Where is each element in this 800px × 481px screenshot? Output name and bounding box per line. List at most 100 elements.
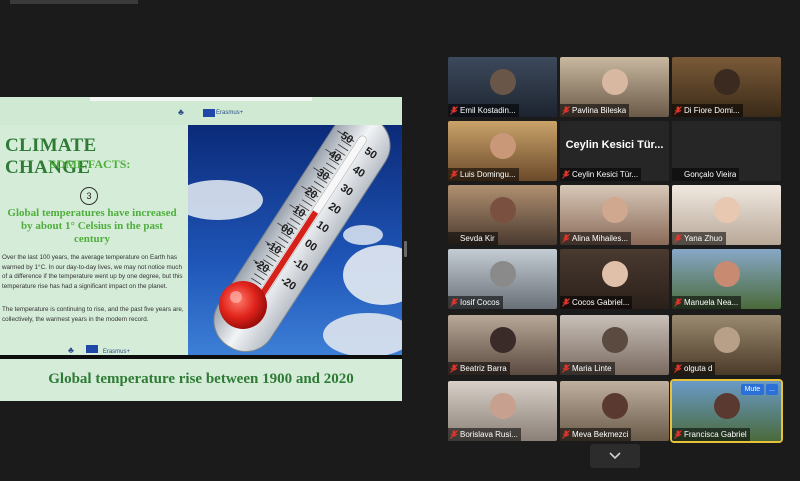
mic-muted-icon [448, 428, 460, 441]
participant-face [602, 261, 628, 287]
chevron-down-icon [609, 452, 621, 460]
participant-name-label: Alina Mihailes... [560, 232, 632, 245]
participant-name: Francisca Gabriel [684, 430, 747, 439]
participant-tile[interactable]: Sevda Kir [448, 185, 557, 245]
participant-name-label: Francisca Gabriel [672, 428, 750, 441]
mic-muted-icon [672, 232, 684, 245]
fact-number: 3 [80, 187, 98, 205]
erasmus-label: Erasmus+ [216, 110, 244, 116]
participant-tile[interactable]: Iosif Cocos [448, 249, 557, 309]
participant-display-name: Ceylin Kesici Tür... [565, 138, 664, 151]
thermometer-icon: 505040403030202010100000-10-10-20-20 [188, 125, 402, 355]
participant-name: Sevda Kir [460, 234, 495, 243]
participant-name: Alina Mihailes... [572, 234, 629, 243]
participant-name-label: olguta d [672, 362, 716, 375]
participant-name: Cocos Gabriel... [572, 298, 630, 307]
participant-face [602, 327, 628, 353]
split-view-handle[interactable] [404, 241, 407, 257]
participant-name-label: Manuela Nea... [672, 296, 742, 309]
mic-muted-icon [560, 104, 572, 117]
participant-name: Di Fiore Domi... [684, 106, 740, 115]
participant-name: Ceylin Kesici Tür... [572, 170, 639, 179]
participant-tile[interactable]: Beatriz Barra [448, 315, 557, 375]
participant-face [714, 69, 740, 95]
participant-face [602, 69, 628, 95]
participant-name: Meva Bekmezci [572, 430, 629, 439]
mic-muted-icon [672, 104, 684, 117]
participant-name: Borislava Rusi... [460, 430, 518, 439]
participant-tile[interactable]: Emil Kostadin... [448, 57, 557, 117]
slide-page-2: Global temperature rise between 1900 and… [0, 359, 402, 401]
shared-screen: ♣ Erasmus+ CLIMATE CHANGE SOME FACTS: 3 … [0, 97, 402, 401]
participant-face [714, 197, 740, 223]
participant-tile[interactable]: Cocos Gabriel... [560, 249, 669, 309]
participant-tile[interactable]: Gonçalo Vieira [672, 121, 781, 181]
eu-flag-icon [86, 345, 99, 353]
participant-tile[interactable]: Ceylin Kesici Tür... Ceylin Kesici Tür... [560, 121, 669, 181]
fact-body-1: Over the last 100 years, the average tem… [2, 254, 183, 290]
participant-name: Iosif Cocos [460, 298, 500, 307]
participant-tile[interactable]: Pavlina Bileska [560, 57, 669, 117]
participant-name-label: Meva Bekmezci [560, 428, 632, 441]
participant-tile[interactable]: Meva Bekmezci [560, 381, 669, 441]
mic-muted-icon [560, 168, 572, 181]
mic-muted-icon [672, 362, 684, 375]
participant-tile[interactable]: Maria Linte [560, 315, 669, 375]
school-logo-icon: ♣ [178, 107, 184, 117]
participant-face [490, 327, 516, 353]
participant-name: Emil Kostadin... [460, 106, 516, 115]
participant-face [490, 133, 516, 159]
mute-button[interactable]: Mute [740, 384, 765, 395]
participant-name-label: Yana Zhuo [672, 232, 726, 245]
participant-face [714, 327, 740, 353]
thermometer-image: 50 50 40 40 30 30 20 20 10 10 00 00 -10 -10 -20 -20 [188, 125, 402, 355]
participant-name-label: Gonçalo Vieira [672, 168, 740, 181]
mic-muted-icon [560, 362, 572, 375]
participant-name-label: Borislava Rusi... [448, 428, 521, 441]
window-top-strip [10, 0, 138, 4]
more-options-button[interactable]: ... [766, 384, 778, 395]
mic-icon [448, 232, 460, 245]
participant-face [714, 393, 740, 419]
participant-tile[interactable]: Francisca Gabriel Mute... [670, 379, 783, 443]
footer-logos: ♣ Erasmus+ [68, 340, 130, 358]
participant-name: Pavlina Bileska [572, 106, 627, 115]
participant-tile[interactable]: Manuela Nea... [672, 249, 781, 309]
participant-name: Gonçalo Vieira [684, 170, 737, 179]
participant-name-label: Iosif Cocos [448, 296, 503, 309]
participant-tile[interactable]: Borislava Rusi... [448, 381, 557, 441]
gallery-scroll-button[interactable] [590, 444, 640, 468]
mic-muted-icon [448, 296, 460, 309]
mic-muted-icon [560, 232, 572, 245]
participant-name-label: Beatriz Barra [448, 362, 510, 375]
participant-name-label: Luis Domingu... [448, 168, 519, 181]
participant-name-label: Cocos Gabriel... [560, 296, 633, 309]
participant-tile[interactable]: olguta d [672, 315, 781, 375]
participant-tile[interactable]: Luis Domingu... [448, 121, 557, 181]
mic-muted-icon [672, 296, 684, 309]
participant-name: Maria Linte [572, 364, 612, 373]
slide-page-1: ♣ Erasmus+ CLIMATE CHANGE SOME FACTS: 3 … [0, 97, 402, 355]
thermometer-bulb [219, 281, 267, 329]
facts-column: CLIMATE CHANGE SOME FACTS: 3 Global temp… [0, 125, 188, 355]
participant-face [490, 261, 516, 287]
mic-muted-icon [560, 428, 572, 441]
mic-muted-icon [448, 362, 460, 375]
participant-name-label: Emil Kostadin... [448, 104, 519, 117]
participant-tile[interactable]: Alina Mihailes... [560, 185, 669, 245]
tile-controls: Mute... [740, 384, 778, 395]
participant-tile[interactable]: Di Fiore Domi... [672, 57, 781, 117]
slide-top-bar [90, 97, 312, 101]
footer-erasmus-label: Erasmus+ [102, 349, 130, 355]
participant-name-label: Ceylin Kesici Tür... [560, 168, 642, 181]
slide-page-2-title: Global temperature rise between 1900 and… [48, 371, 354, 387]
mic-muted-icon [560, 296, 572, 309]
mic-icon [672, 168, 684, 181]
participant-name: Beatriz Barra [460, 364, 507, 373]
participant-name-label: Di Fiore Domi... [672, 104, 743, 117]
participant-name-label: Maria Linte [560, 362, 615, 375]
slide-header: ♣ Erasmus+ [0, 97, 402, 125]
participant-name: Luis Domingu... [460, 170, 516, 179]
participant-face [490, 393, 516, 419]
participant-tile[interactable]: Yana Zhuo [672, 185, 781, 245]
